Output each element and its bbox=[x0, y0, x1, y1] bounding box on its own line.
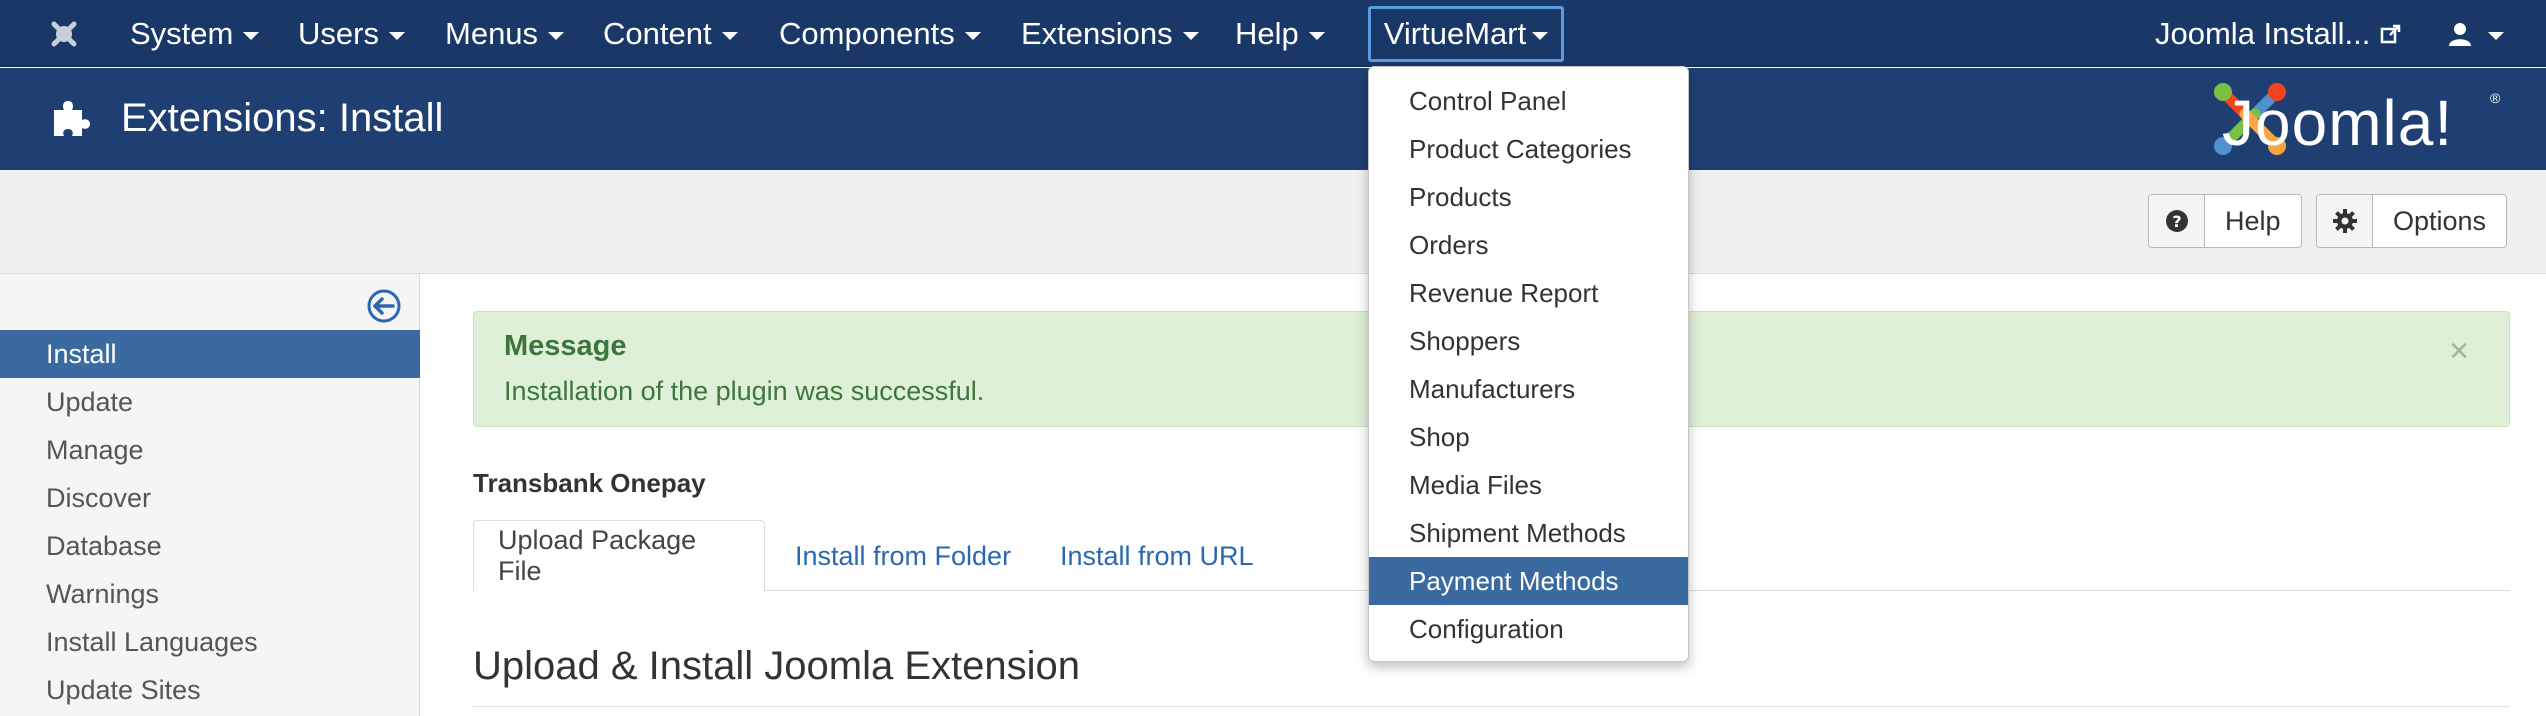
question-icon: ? bbox=[2149, 195, 2205, 247]
dropdown-item-manufacturers[interactable]: Manufacturers bbox=[1369, 365, 1688, 413]
caret-down-icon bbox=[1182, 31, 1199, 40]
caret-down-icon bbox=[388, 31, 405, 40]
menu-label: Components bbox=[779, 15, 955, 51]
caret-down-icon bbox=[243, 31, 260, 40]
sidebar-item-database[interactable]: Database bbox=[0, 522, 420, 570]
virtuemart-dropdown: Control Panel Product Categories Product… bbox=[1368, 66, 1689, 662]
plugin-name: Transbank Onepay bbox=[473, 468, 706, 498]
dropdown-item-revenue-report[interactable]: Revenue Report bbox=[1369, 269, 1688, 317]
help-button-label: Help bbox=[2225, 205, 2281, 236]
dropdown-item-product-categories[interactable]: Product Categories bbox=[1369, 125, 1688, 173]
menu-system[interactable]: System bbox=[130, 0, 260, 67]
sidebar-item-install[interactable]: Install bbox=[0, 330, 420, 378]
caret-down-icon bbox=[721, 31, 738, 40]
menu-help[interactable]: Help bbox=[1235, 0, 1325, 67]
dropdown-item-shop[interactable]: Shop bbox=[1369, 413, 1688, 461]
site-link-label: Joomla Install... bbox=[2155, 15, 2371, 51]
menu-virtuemart[interactable]: VirtueMart bbox=[1368, 6, 1564, 62]
page-header: Extensions: Install Joomla! ® bbox=[0, 68, 2546, 170]
menu-label: Help bbox=[1235, 15, 1299, 51]
caret-down-icon bbox=[1532, 32, 1549, 40]
sidebar-item-warnings[interactable]: Warnings bbox=[0, 570, 420, 618]
sidebar-item-discover[interactable]: Discover bbox=[0, 474, 420, 522]
svg-text:?: ? bbox=[2172, 212, 2181, 231]
help-button[interactable]: ? Help bbox=[2148, 194, 2302, 248]
page-title: Extensions: Install bbox=[121, 96, 444, 140]
close-icon[interactable]: × bbox=[2449, 332, 2469, 371]
menu-label: VirtueMart bbox=[1383, 16, 1527, 51]
caret-down-icon bbox=[1308, 31, 1325, 40]
external-link-icon bbox=[2381, 24, 2401, 43]
message-text: Installation of the plugin was successfu… bbox=[504, 376, 985, 406]
options-button[interactable]: Options bbox=[2316, 194, 2508, 248]
dropdown-item-media-files[interactable]: Media Files bbox=[1369, 461, 1688, 509]
options-button-label: Options bbox=[2393, 205, 2487, 236]
dropdown-item-products[interactable]: Products bbox=[1369, 173, 1688, 221]
menu-users[interactable]: Users bbox=[298, 0, 405, 67]
menu-label: System bbox=[130, 15, 234, 51]
section-title: Upload & Install Joomla Extension bbox=[473, 644, 1080, 688]
menu-label: Content bbox=[603, 15, 712, 51]
dropdown-item-shoppers[interactable]: Shoppers bbox=[1369, 317, 1688, 365]
tab-install-from-folder[interactable]: Install from Folder bbox=[795, 520, 1011, 592]
sidebar-item-update-sites[interactable]: Update Sites bbox=[0, 666, 420, 714]
caret-down-icon bbox=[548, 31, 565, 40]
registered-mark: ® bbox=[2490, 90, 2501, 106]
tab-upload-package-file[interactable]: Upload Package File bbox=[473, 520, 765, 592]
menu-content[interactable]: Content bbox=[603, 0, 738, 67]
menu-menus[interactable]: Menus bbox=[445, 0, 565, 67]
top-navbar: System Users Menus Content Components Ex… bbox=[0, 0, 2546, 67]
joomla-logo-text: Joomla! bbox=[2222, 87, 2454, 159]
caret-down-icon bbox=[964, 31, 981, 40]
gear-icon bbox=[2317, 195, 2373, 247]
dropdown-item-orders[interactable]: Orders bbox=[1369, 221, 1688, 269]
collapse-left-icon[interactable] bbox=[366, 288, 402, 324]
toolbar: ? Help Options bbox=[0, 170, 2546, 274]
menu-label: Users bbox=[298, 15, 379, 51]
site-link[interactable]: Joomla Install... bbox=[2155, 0, 2402, 67]
dropdown-item-control-panel[interactable]: Control Panel bbox=[1369, 77, 1688, 125]
puzzle-icon bbox=[54, 101, 90, 136]
tab-install-from-url[interactable]: Install from URL bbox=[1060, 520, 1254, 592]
caret-down-icon bbox=[2488, 31, 2504, 40]
dropdown-item-shipment-methods[interactable]: Shipment Methods bbox=[1369, 509, 1688, 557]
dropdown-item-configuration[interactable]: Configuration bbox=[1369, 605, 1688, 653]
user-icon bbox=[2449, 22, 2471, 46]
menu-label: Extensions bbox=[1021, 15, 1173, 51]
message-title: Message bbox=[504, 330, 627, 362]
menu-components[interactable]: Components bbox=[779, 0, 981, 67]
joomla-brand-icon[interactable] bbox=[44, 14, 84, 54]
sidebar: Install Update Manage Discover Database … bbox=[0, 274, 420, 716]
menu-extensions[interactable]: Extensions bbox=[1021, 0, 1199, 67]
sidebar-item-update[interactable]: Update bbox=[0, 378, 420, 426]
sidebar-item-manage[interactable]: Manage bbox=[0, 426, 420, 474]
user-menu[interactable] bbox=[2448, 0, 2504, 67]
dropdown-item-payment-methods[interactable]: Payment Methods bbox=[1369, 557, 1688, 605]
menu-label: Menus bbox=[445, 15, 539, 51]
section-divider bbox=[473, 706, 2510, 707]
sidebar-item-install-languages[interactable]: Install Languages bbox=[0, 618, 420, 666]
